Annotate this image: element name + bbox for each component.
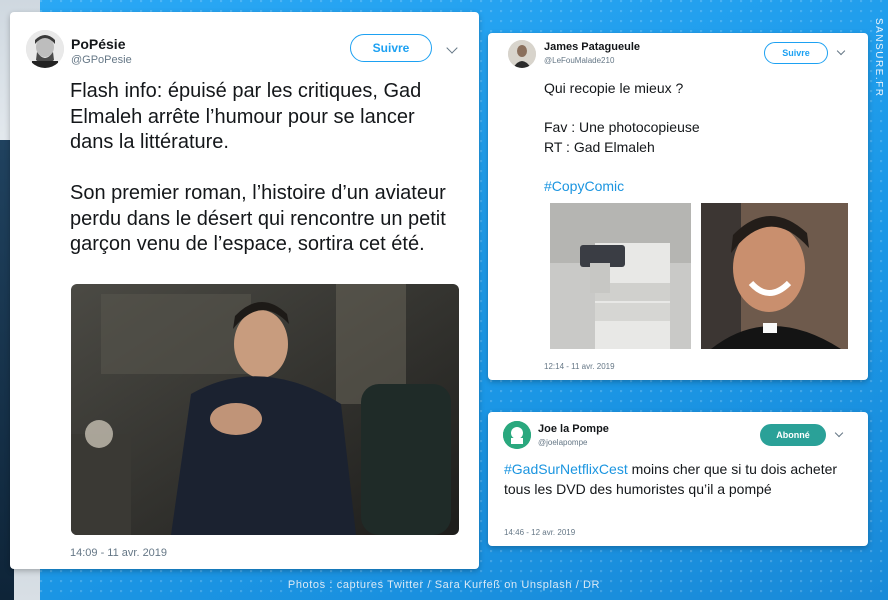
author-handle[interactable]: @LeFouMalade210 [544, 56, 614, 65]
chevron-down-icon[interactable] [446, 42, 458, 54]
photocopier-photo [550, 203, 691, 349]
tweet-text: Flash info: épuisé par les critiques, Ga… [70, 80, 446, 255]
smiling-man-photo [701, 203, 848, 349]
portrait-avatar-icon [26, 30, 64, 68]
chevron-down-icon[interactable] [836, 46, 846, 56]
tweet-timestamp[interactable]: 14:46 - 12 avr. 2019 [504, 528, 575, 537]
avatar[interactable] [508, 40, 536, 68]
tweet-timestamp[interactable]: 14:09 - 11 avr. 2019 [70, 547, 167, 559]
following-button[interactable]: Abonné [760, 424, 826, 446]
avatar[interactable] [503, 421, 531, 449]
joe-la-pompe-logo-icon [503, 421, 531, 449]
avatar[interactable] [26, 30, 64, 68]
man-in-armchair-photo [71, 284, 459, 535]
photocopier-image[interactable] [550, 203, 691, 349]
author-name[interactable]: PoPésie [71, 36, 125, 52]
tweet-text: #GadSurNetflixCest moins cher que si tu … [504, 460, 854, 499]
portrait-avatar-icon [508, 40, 536, 68]
author-handle[interactable]: @GPoPesie [71, 54, 132, 66]
follow-button[interactable]: Suivre [350, 34, 432, 62]
tweet-timestamp[interactable]: 12:14 - 11 avr. 2019 [544, 362, 615, 371]
tweet-text-body: Qui recopie le mieux ? Fav : Une photoco… [544, 80, 700, 155]
photo-credit: Photos : captures Twitter / Sara Kurfeß … [287, 579, 601, 591]
follow-button[interactable]: Suivre [764, 42, 828, 64]
chevron-down-icon[interactable] [834, 428, 844, 438]
tweet-card-popesie: PoPésie @GPoPesie Suivre Flash info: épu… [10, 12, 479, 569]
site-watermark: SANSURE.FR [873, 18, 884, 98]
tweet-card-joe-la-pompe: Joe la Pompe @joelapompe Abonné #GadSurN… [488, 412, 868, 546]
author-name[interactable]: Joe la Pompe [538, 423, 609, 435]
tweet-card-james-patagueule: James Patagueule @LeFouMalade210 Suivre … [488, 33, 868, 380]
hashtag-link[interactable]: #CopyComic [544, 178, 624, 194]
hashtag-link[interactable]: #GadSurNetflixCest [504, 461, 628, 477]
author-handle[interactable]: @joelapompe [538, 438, 587, 447]
gad-elmaleh-image[interactable] [701, 203, 848, 349]
author-name[interactable]: James Patagueule [544, 41, 640, 53]
tweet-photo[interactable] [71, 284, 459, 535]
tweet-text: Qui recopie le mieux ? Fav : Une photoco… [544, 79, 854, 196]
